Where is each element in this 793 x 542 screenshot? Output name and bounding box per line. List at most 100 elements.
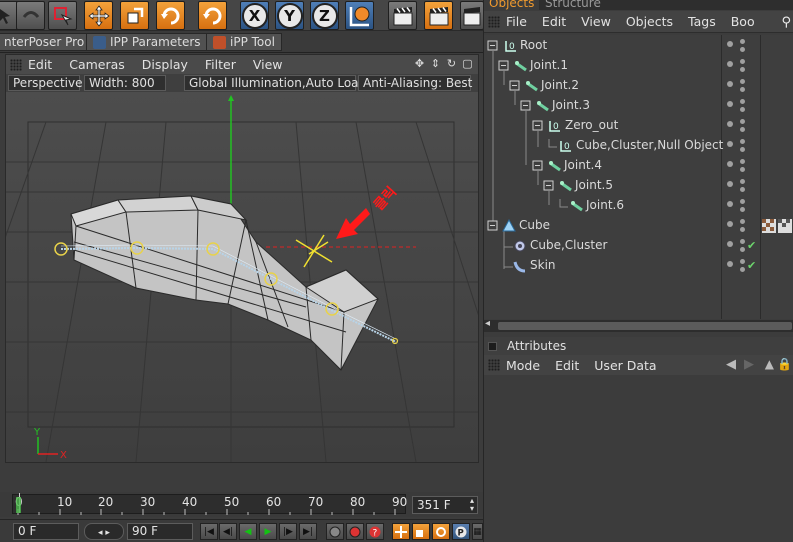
object-manager-hscroll[interactable]: ◂	[484, 318, 793, 332]
ruler-ticks	[16, 497, 396, 515]
stepper-icon[interactable]: ▴ ▾	[470, 497, 474, 513]
back-arrow-icon[interactable]: ◀	[726, 357, 736, 372]
go-to-start-button[interactable]: |◀	[200, 523, 218, 540]
viewport-menu-cameras[interactable]: Cameras	[69, 57, 125, 72]
next-key-button[interactable]: |▶	[279, 523, 297, 540]
tab-interposer-pro[interactable]: nterPoser Pro	[0, 33, 92, 51]
viewport-scene[interactable]: 클릭 Y X	[6, 92, 478, 462]
enabled-check-icon[interactable]: ✔	[747, 239, 756, 252]
search-icon[interactable]: ⚲	[781, 15, 791, 30]
timeline-ruler[interactable]: 0 10 20 30 40 50 60 70 80 90	[12, 493, 407, 515]
om-menu-view[interactable]: View	[581, 14, 611, 29]
forward-arrow-icon[interactable]: ▶	[744, 357, 754, 372]
tree-item-root[interactable]: 0 Root	[484, 36, 793, 56]
key-position-button[interactable]	[392, 523, 410, 540]
rotate-icon	[202, 7, 221, 24]
om-menu-objects[interactable]: Objects	[626, 14, 673, 29]
tab-ipp-tool[interactable]: iPP Tool	[206, 33, 282, 51]
tree-item-zero-out[interactable]: 0 Zero_out	[484, 116, 793, 136]
next-key-icon: |▶	[283, 526, 293, 537]
render-picture-viewer-button[interactable]	[424, 1, 453, 30]
play-forward-button[interactable]: ▶	[259, 523, 277, 540]
key-pla-button[interactable]: ▦	[472, 523, 483, 540]
keyframe-selection-button[interactable]: ?	[366, 523, 384, 540]
render-settings-button[interactable]	[460, 1, 484, 30]
lock-icon[interactable]: 🔒	[777, 357, 792, 371]
tree-item-joint-3[interactable]: Joint.3	[484, 96, 793, 116]
maximize-icon[interactable]: ▢	[461, 57, 474, 70]
attr-menu-user-data[interactable]: User Data	[594, 358, 656, 373]
viewport-menu-view[interactable]: View	[253, 57, 283, 72]
key-rotation-button[interactable]	[432, 523, 450, 540]
end-frame-field[interactable]: 351 F ▴ ▾	[412, 496, 478, 514]
viewport-menu-edit[interactable]: Edit	[28, 57, 52, 72]
grip-icon[interactable]	[488, 15, 500, 28]
dolly-icon[interactable]: ⇕	[429, 57, 442, 70]
recent-tool-button[interactable]	[198, 1, 227, 30]
rotate-button[interactable]	[156, 1, 185, 30]
tree-item-joint-2[interactable]: Joint.2	[484, 76, 793, 96]
select-tool-button[interactable]	[48, 1, 77, 30]
scale-button[interactable]	[120, 1, 149, 30]
render-view-button[interactable]	[388, 1, 417, 30]
tree-item-label: Joint.1	[530, 58, 568, 72]
key-parameter-button[interactable]: P	[452, 523, 470, 540]
max-frame-field[interactable]: 90 F	[127, 523, 193, 540]
attr-menu-edit[interactable]: Edit	[555, 358, 579, 373]
tree-item-cube[interactable]: Cube	[484, 216, 793, 236]
viewport-menu-filter[interactable]: Filter	[205, 57, 236, 72]
prev-key-button[interactable]: ◀|	[219, 523, 237, 540]
enabled-check-icon[interactable]: ✔	[747, 259, 756, 272]
undo-button[interactable]	[16, 1, 45, 30]
om-menu-bookmarks[interactable]: Boo	[731, 14, 755, 29]
tab-ipp-parameters[interactable]: IPP Parameters	[86, 33, 208, 51]
viewport[interactable]: Edit Cameras Display Filter View ✥ ⇕ ↻ ▢…	[5, 54, 479, 463]
grip-icon[interactable]	[10, 58, 22, 71]
current-frame-field[interactable]: 0 F	[13, 523, 79, 540]
y-axis-icon: Y	[276, 2, 303, 29]
grip-icon[interactable]	[488, 359, 500, 371]
viewport-menu: Edit Cameras Display Filter View ✥ ⇕ ↻ ▢	[6, 55, 478, 74]
tree-item-joint-1[interactable]: Joint.1	[484, 56, 793, 76]
x-axis-lock-button[interactable]: X	[240, 1, 269, 30]
tab-objects[interactable]: Objects	[484, 0, 540, 10]
move-button[interactable]	[84, 1, 113, 30]
om-menu-tags[interactable]: Tags	[688, 14, 716, 29]
om-menu-file[interactable]: File	[506, 14, 527, 29]
tree-item-joint-6[interactable]: Joint.6	[484, 196, 793, 216]
y-axis-lock-button[interactable]: Y	[275, 1, 304, 30]
tree-item-label: Joint.2	[541, 78, 579, 92]
material-tags-icon[interactable]	[762, 219, 792, 233]
tree-item-joint-5[interactable]: Joint.5	[484, 176, 793, 196]
autokey-button[interactable]	[346, 523, 364, 540]
panel-icon[interactable]	[488, 341, 497, 351]
help-icon: ?	[369, 526, 381, 538]
tree-item-cube-cluster-null[interactable]: 0 Cube,Cluster,Null Object	[484, 136, 793, 156]
tree-item-cube-cluster[interactable]: Cube,Cluster ✔	[484, 236, 793, 256]
viewport-menu-display[interactable]: Display	[142, 57, 188, 72]
orbit-icon[interactable]: ↻	[445, 57, 458, 70]
scroll-left-icon[interactable]: ◂	[485, 318, 490, 329]
scroll-thumb[interactable]	[498, 322, 792, 330]
om-menu-edit[interactable]: Edit	[542, 14, 566, 29]
up-arrow-icon[interactable]: ▲	[765, 357, 774, 371]
tree-item-label: Cube	[519, 218, 550, 232]
tab-structure[interactable]: Structure	[540, 0, 606, 10]
go-to-end-button[interactable]: ▶|	[299, 523, 317, 540]
svg-text:0: 0	[509, 42, 515, 52]
tree-item-skin[interactable]: Skin ✔	[484, 256, 793, 276]
attr-menu-mode[interactable]: Mode	[506, 358, 540, 373]
tab-label: IPP Parameters	[110, 35, 201, 49]
pan-icon[interactable]: ✥	[413, 57, 426, 70]
coordinate-system-button[interactable]	[345, 1, 374, 30]
key-scale-button[interactable]	[412, 523, 430, 540]
record-active-button[interactable]	[326, 523, 344, 540]
tree-item-joint-4[interactable]: Joint.4	[484, 156, 793, 176]
svg-text:?: ?	[373, 528, 378, 538]
play-backward-button[interactable]: ◀	[239, 523, 257, 540]
playhead[interactable]	[16, 497, 21, 513]
arrow-icon	[0, 8, 10, 24]
tree-item-label: Skin	[530, 258, 556, 272]
range-slider[interactable]: ◂ ▸	[84, 523, 124, 540]
z-axis-lock-button[interactable]: Z	[310, 1, 339, 30]
